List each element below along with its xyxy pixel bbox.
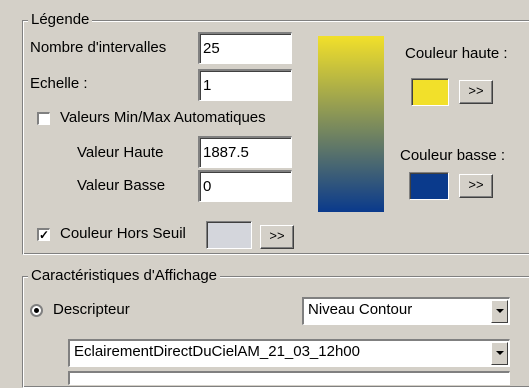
valeur-haute-label: Valeur Haute [77, 144, 164, 161]
couleur-haute-swatch [411, 78, 449, 106]
hors-seuil-checkbox[interactable]: ✓ [37, 228, 50, 241]
valeur-basse-label: Valeur Basse [77, 177, 166, 194]
descripteur-label: Descripteur [53, 301, 130, 318]
radio-dot [34, 308, 39, 313]
dataset-select[interactable]: EclairementDirectDuCielAM_21_03_12h00 [68, 339, 510, 367]
affichage-title: Caractéristiques d'Affichage [28, 267, 221, 285]
couleur-haute-label: Couleur haute : [405, 45, 508, 62]
auto-minmax-checkbox[interactable] [37, 112, 50, 125]
couleur-basse-button[interactable]: >> [459, 174, 493, 198]
couleur-haute-button[interactable]: >> [459, 80, 493, 104]
mode-select[interactable]: Niveau Contour [302, 297, 510, 325]
valeur-basse-input[interactable] [198, 170, 292, 202]
couleur-basse-swatch [409, 172, 449, 200]
descripteur-radio[interactable] [30, 304, 43, 317]
valeur-haute-input[interactable] [198, 136, 292, 168]
nb-intervalles-input[interactable] [198, 32, 292, 64]
echelle-label: Echelle : [30, 75, 88, 92]
couleur-basse-label: Couleur basse : [400, 147, 506, 164]
mode-select-value: Niveau Contour [308, 301, 413, 318]
secondary-select[interactable] [68, 371, 510, 385]
chevron-down-icon[interactable] [491, 342, 508, 365]
hors-seuil-label: Couleur Hors Seuil [60, 225, 186, 242]
legende-title: Légende [28, 11, 93, 29]
chevron-down-icon[interactable] [491, 300, 508, 323]
dataset-select-value: EclairementDirectDuCielAM_21_03_12h00 [74, 343, 360, 360]
nb-intervalles-label: Nombre d'intervalles [30, 39, 167, 56]
hors-seuil-swatch [206, 221, 252, 249]
color-gradient-bar [318, 36, 384, 212]
auto-minmax-label: Valeurs Min/Max Automatiques [60, 109, 266, 126]
echelle-input[interactable] [198, 69, 292, 101]
hors-seuil-color-button[interactable]: >> [260, 225, 294, 249]
